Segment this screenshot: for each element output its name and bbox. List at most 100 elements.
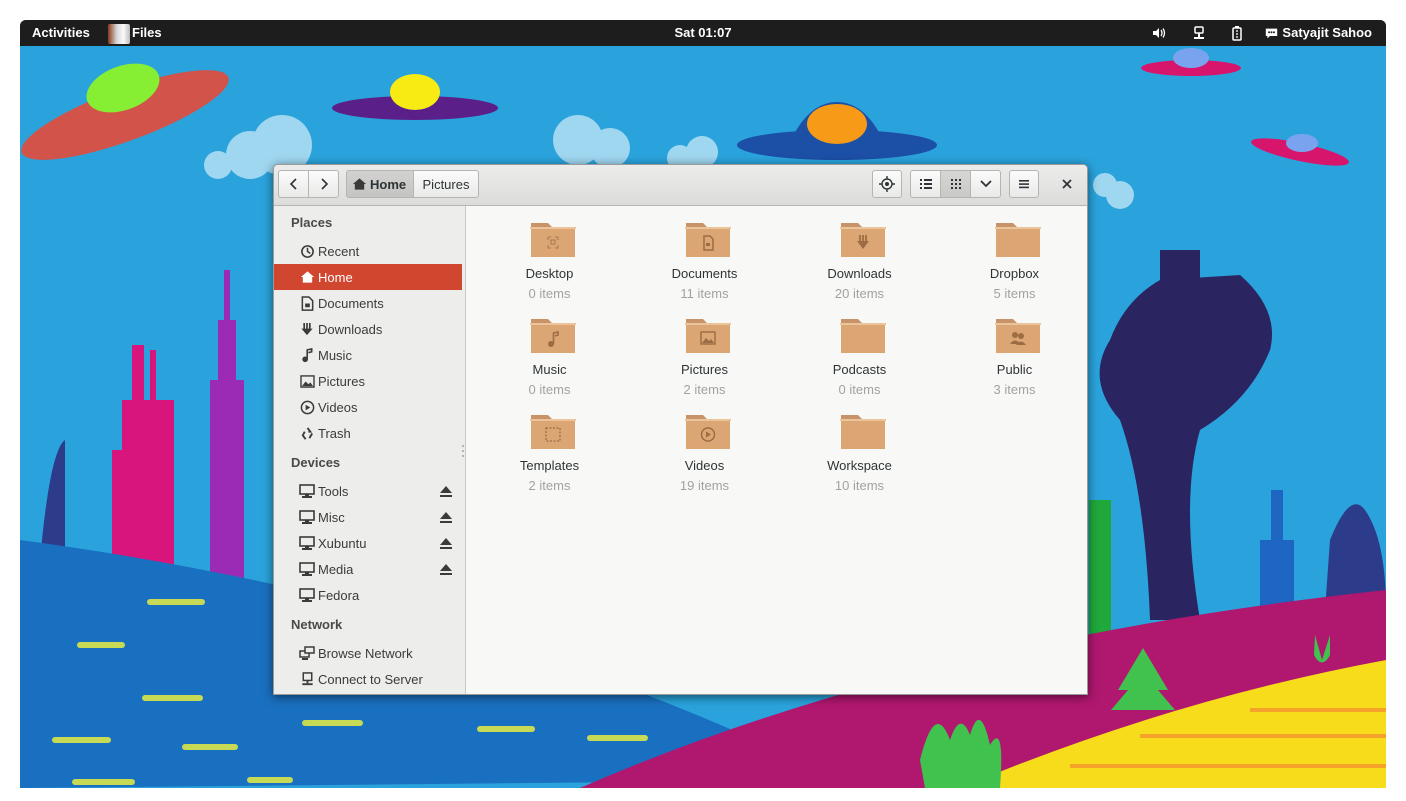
sidebar: Places Recent Home Documents Downloads M… xyxy=(274,206,466,694)
folder-item-templates[interactable]: Templates 2 items xyxy=(472,400,627,493)
folder-item-documents[interactable]: Documents 11 items xyxy=(627,208,782,301)
folder-item-count: 0 items xyxy=(838,382,881,397)
sidebar-item-tools[interactable]: Tools xyxy=(274,478,462,504)
activities-button[interactable]: Activities xyxy=(32,20,90,46)
view-options-button[interactable] xyxy=(970,170,1001,198)
top-panel: Activities Files Sat 01:07 Satyajit Saho… xyxy=(20,20,1386,46)
dropbox-folder-icon xyxy=(995,223,1041,257)
sidebar-item-downloads[interactable]: Downloads xyxy=(274,316,462,342)
close-button[interactable] xyxy=(1055,170,1079,198)
sidebar-item-label: Media xyxy=(318,561,354,577)
sidebar-item-label: Music xyxy=(318,347,352,363)
folder-item-downloads[interactable]: Downloads 20 items xyxy=(782,208,937,301)
folder-item-workspace[interactable]: Workspace 10 items xyxy=(782,400,937,493)
podcasts-folder-icon xyxy=(840,319,886,353)
sidebar-item-label: Trash xyxy=(318,425,351,441)
app-menu-button[interactable]: Files xyxy=(108,20,162,46)
drive-icon xyxy=(299,483,315,499)
volume-icon[interactable] xyxy=(1151,25,1167,41)
back-arrow-icon xyxy=(289,178,297,190)
grid-view-icon xyxy=(950,179,961,189)
documents-folder-icon xyxy=(685,223,731,257)
folder-item-count: 11 items xyxy=(680,286,729,301)
eject-icon[interactable] xyxy=(438,483,454,499)
folder-item-desktop[interactable]: Desktop 0 items xyxy=(472,208,627,301)
sidebar-resize-handle[interactable] xyxy=(461,444,465,458)
breadcrumb-pictures[interactable]: Pictures xyxy=(413,170,479,198)
breadcrumb-home-label: Home xyxy=(370,176,407,192)
location-target-icon xyxy=(879,176,895,192)
desktop-screen: Activities Files Sat 01:07 Satyajit Saho… xyxy=(20,20,1386,788)
home-icon xyxy=(299,269,315,285)
breadcrumb-pictures-label: Pictures xyxy=(422,176,470,192)
folder-item-count: 19 items xyxy=(679,478,730,493)
folder-item-videos[interactable]: Videos 19 items xyxy=(627,400,782,493)
eject-icon[interactable] xyxy=(438,535,454,551)
sidebar-item-label: Pictures xyxy=(318,373,365,389)
drive-icon xyxy=(299,561,315,577)
file-grid: Desktop 0 items Documents 11 items Downl… xyxy=(467,206,1087,694)
folder-item-pictures[interactable]: Pictures 2 items xyxy=(627,304,782,397)
music-folder-icon xyxy=(530,319,576,353)
sidebar-item-xubuntu[interactable]: Xubuntu xyxy=(274,530,462,556)
sidebar-item-label: Videos xyxy=(318,399,358,415)
sidebar-item-browse-network[interactable]: Browse Network xyxy=(274,640,462,666)
folder-item-count: 2 items xyxy=(683,382,726,397)
download-icon xyxy=(299,321,315,337)
eject-icon[interactable] xyxy=(438,561,454,577)
menu-button[interactable] xyxy=(1009,170,1039,198)
music-note-icon xyxy=(299,347,315,363)
forward-arrow-icon xyxy=(320,178,328,190)
folder-name: Workspace xyxy=(827,458,892,473)
clock: Sat 01:07 xyxy=(20,20,1386,46)
sidebar-item-label: Documents xyxy=(318,295,384,311)
folder-item-count: 20 items xyxy=(834,286,885,301)
sidebar-item-home[interactable]: Home xyxy=(274,264,462,290)
sidebar-item-pictures[interactable]: Pictures xyxy=(274,368,462,394)
sidebar-item-connect-to-server[interactable]: Connect to Server xyxy=(274,666,462,692)
workspace-folder-icon xyxy=(840,415,886,449)
folder-item-count: 0 items xyxy=(528,286,571,301)
breadcrumb-home[interactable]: Home xyxy=(346,170,414,198)
folder-item-count: 10 items xyxy=(834,478,885,493)
downloads-folder-icon xyxy=(840,223,886,257)
back-button[interactable] xyxy=(278,170,309,198)
sidebar-item-media[interactable]: Media xyxy=(274,556,462,582)
drive-icon xyxy=(299,587,315,603)
eject-icon[interactable] xyxy=(438,509,454,525)
clock-label[interactable]: Sat 01:07 xyxy=(674,25,731,40)
folder-item-count: 0 items xyxy=(528,382,571,397)
folder-name: Podcasts xyxy=(832,362,887,377)
folder-item-dropbox[interactable]: Dropbox 5 items xyxy=(937,208,1087,301)
folder-item-public[interactable]: Public 3 items xyxy=(937,304,1087,397)
sidebar-item-fedora[interactable]: Fedora xyxy=(274,582,462,608)
list-view-icon xyxy=(919,179,932,189)
header-bar: Home Pictures xyxy=(274,165,1087,206)
sidebar-item-recent[interactable]: Recent xyxy=(274,238,462,264)
sidebar-item-misc[interactable]: Misc xyxy=(274,504,462,530)
document-icon xyxy=(299,295,315,311)
user-menu[interactable]: Satyajit Sahoo xyxy=(1265,20,1372,46)
folder-item-podcasts[interactable]: Podcasts 0 items xyxy=(782,304,937,397)
videos-folder-icon xyxy=(685,415,731,449)
hamburger-menu-icon xyxy=(1019,180,1029,189)
devices-heading: Devices xyxy=(291,455,341,470)
battery-icon[interactable] xyxy=(1229,25,1245,41)
folder-item-music[interactable]: Music 0 items xyxy=(472,304,627,397)
folder-name: Videos xyxy=(684,458,725,473)
list-view-button[interactable] xyxy=(910,170,941,198)
drive-icon xyxy=(299,509,315,525)
forward-button[interactable] xyxy=(308,170,339,198)
server-icon xyxy=(299,671,315,687)
sidebar-item-music[interactable]: Music xyxy=(274,342,462,368)
network-wired-icon[interactable] xyxy=(1191,25,1207,41)
location-button[interactable] xyxy=(872,170,902,198)
app-menu-label: Files xyxy=(132,25,162,40)
sidebar-item-documents[interactable]: Documents xyxy=(274,290,462,316)
picture-icon xyxy=(299,373,315,389)
sidebar-item-videos[interactable]: Videos xyxy=(274,394,462,420)
sidebar-item-label: Misc xyxy=(318,509,345,525)
user-name-label: Satyajit Sahoo xyxy=(1282,25,1372,40)
grid-view-button[interactable] xyxy=(940,170,971,198)
sidebar-item-trash[interactable]: Trash xyxy=(274,420,462,446)
